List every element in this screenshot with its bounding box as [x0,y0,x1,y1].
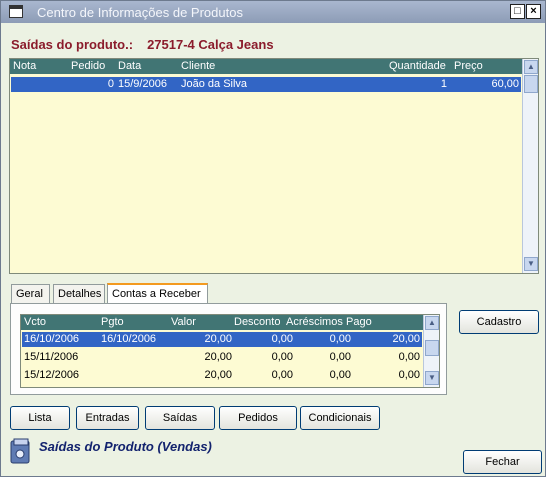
scroll-down-icon[interactable]: ▼ [524,257,538,271]
col-pedido[interactable]: Pedido [71,60,105,72]
product-heading: Saídas do produto.: 27517-4 Calça Jeans [11,37,274,52]
fechar-button[interactable]: Fechar [463,450,542,474]
table-row[interactable]: 16/10/2006 16/10/2006 20,00 0,00 0,00 20… [22,332,422,347]
maximize-icon[interactable]: □ [510,4,525,19]
cell-quantidade: 1 [440,78,447,90]
cell-pago: 0,00 [398,369,420,381]
col-valor[interactable]: Valor [171,316,196,328]
tab-detalhes[interactable]: Detalhes [53,284,105,304]
cell-pago: 20,00 [392,333,420,345]
cell-acrescimos: 0,00 [329,333,351,345]
cell-data: 15/9/2006 [118,78,167,90]
window-icon [9,5,23,18]
sales-grid-scrollbar[interactable]: ▲ ▼ [522,59,538,273]
product-code-name: 27517-4 Calça Jeans [147,37,274,52]
cell-vcto: 15/11/2006 [24,351,79,363]
table-row[interactable]: 0 15/9/2006 João da Silva 1 60,00 [11,77,521,92]
tab-contas-a-receber[interactable]: Contas a Receber [107,283,208,305]
col-data[interactable]: Data [118,60,141,72]
table-row[interactable]: 15/12/2006 20,00 0,00 0,00 0,00 [22,368,422,383]
col-nota[interactable]: Nota [13,60,36,72]
cell-pgto: 16/10/2006 [101,333,157,345]
cell-vcto: 16/10/2006 [24,333,80,345]
col-vcto[interactable]: Vcto [24,316,46,328]
close-icon[interactable]: × [526,4,541,19]
cell-vcto: 15/12/2006 [24,369,80,381]
cell-preco: 60,00 [491,78,519,90]
title-bar[interactable]: Centro de Informações de Produtos □ × [1,1,545,23]
cell-cliente: João da Silva [181,78,248,90]
cell-desconto: 0,00 [271,333,293,345]
receivables-grid[interactable]: Vcto Pgto Valor Desconto Acréscimos Pago… [20,314,440,388]
receivables-grid-header: Vcto Pgto Valor Desconto Acréscimos Pago [21,315,423,330]
entradas-button[interactable]: Entradas [76,406,139,430]
cadastro-button[interactable]: Cadastro [459,310,539,334]
cell-valor: 20,00 [204,333,232,345]
scroll-thumb[interactable] [524,75,538,93]
sales-grid-header: Nota Pedido Data Cliente Quantidade Preç… [10,59,522,74]
window-title: Centro de Informações de Produtos [37,5,243,20]
col-pgto[interactable]: Pgto [101,316,124,328]
pedidos-button[interactable]: Pedidos [219,406,297,430]
receivables-panel: Vcto Pgto Valor Desconto Acréscimos Pago… [10,303,447,395]
scroll-thumb[interactable] [425,340,439,356]
saidas-button[interactable]: Saídas [145,406,215,430]
tab-geral[interactable]: Geral [11,284,50,304]
cell-pedido: 0 [107,78,114,90]
col-preco[interactable]: Preço [454,60,483,72]
table-row[interactable]: 15/11/2006 20,00 0,00 0,00 0,00 [22,350,422,365]
col-quantidade[interactable]: Quantidade [389,60,446,72]
receivables-grid-scrollbar[interactable]: ▲ ▼ [423,315,439,387]
cell-acrescimos: 0,00 [329,351,351,363]
cell-acrescimos: 0,00 [329,369,351,381]
col-desconto[interactable]: Desconto [234,316,280,328]
condicionais-button[interactable]: Condicionais [300,406,380,430]
cell-desconto: 0,00 [271,351,293,363]
product-box-icon [10,438,30,464]
cell-valor: 20,00 [204,351,232,363]
lista-button[interactable]: Lista [10,406,70,430]
cell-valor: 20,00 [204,369,232,381]
cell-desconto: 0,00 [271,369,293,381]
cell-pago: 0,00 [398,351,420,363]
scroll-up-icon[interactable]: ▲ [425,316,439,330]
footer-title: Saídas do Produto (Vendas) [39,439,212,454]
col-acrescimos[interactable]: Acréscimos [286,316,343,328]
scroll-down-icon[interactable]: ▼ [425,371,439,385]
col-pago[interactable]: Pago [346,316,372,328]
product-info-window: Centro de Informações de Produtos □ × Sa… [0,0,546,477]
sales-grid[interactable]: Nota Pedido Data Cliente Quantidade Preç… [9,58,539,274]
product-label: Saídas do produto.: [11,37,134,52]
scroll-up-icon[interactable]: ▲ [524,60,538,74]
col-cliente[interactable]: Cliente [181,60,215,72]
